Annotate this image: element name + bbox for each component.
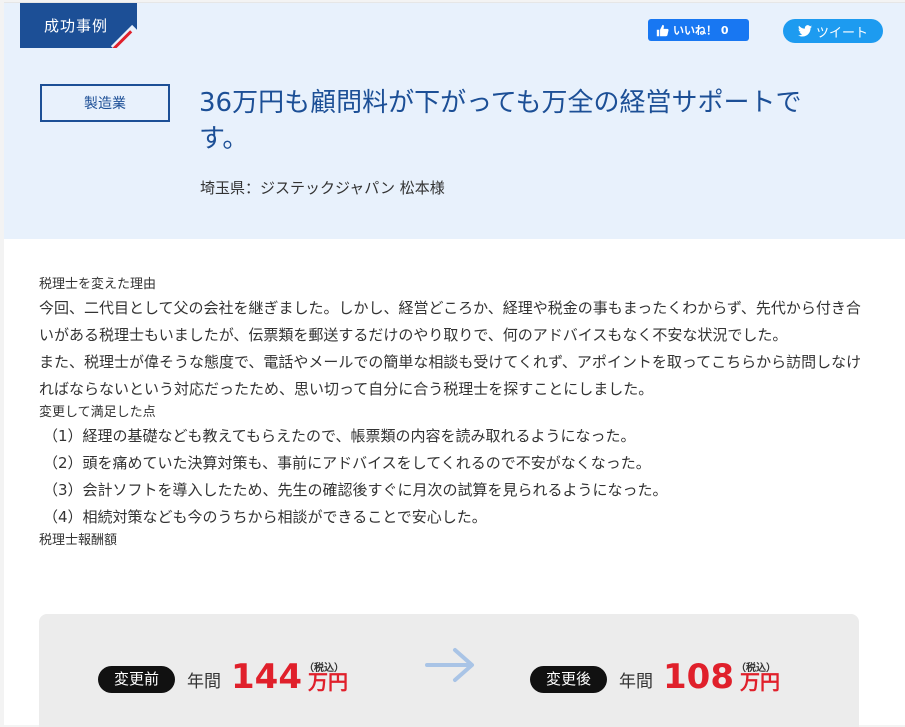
reason-heading: 税理士を変えた理由 (39, 277, 157, 292)
reason-paragraph-1: 今回、二代目として父の会社を継ぎました。しかし、経営どころか、経理や税金の事もま… (39, 299, 861, 344)
before-badge: 変更前 (98, 666, 176, 693)
satisfied-point: （3）会計ソフトを導入したため、先生の確認後すぐに月次の試算を見られるようになっ… (43, 481, 668, 499)
after-tax-note: （税込） (736, 663, 776, 674)
industry-tag[interactable]: 製造業 (40, 84, 170, 122)
facebook-like-label: いいね！ 0 (673, 24, 729, 37)
tweet-label: ツイート (815, 25, 868, 41)
case-body: 税理士を変えた理由 今回、二代目として父の会社を継ぎました。しかし、経営どころか… (39, 275, 874, 551)
after-amount: 108 (663, 657, 734, 697)
case-card: 成功事例 いいね！ 0 ツイート 製造業 36万円も顧問料が下がっても万全の経営… (4, 2, 905, 727)
before-amount: 144 (231, 657, 302, 697)
satisfied-point: （2）頭を痛めていた決算対策も、事前にアドバイスをしてくれるので不安がなくなった… (43, 454, 651, 472)
before-period: 年間 (187, 672, 222, 692)
reason-paragraph-2: また、税理士が偉そうな態度で、電話やメールでの簡単な相談も受けてくれず、アポイン… (39, 353, 862, 398)
fee-after: 変更後 年間 108 （税込） 万円 (530, 657, 780, 697)
case-title: 36万円も顧問料が下がっても万全の経営サポートです。 (199, 88, 802, 154)
after-period: 年間 (619, 672, 654, 692)
success-case-ribbon: 成功事例 (20, 3, 137, 48)
tweet-button[interactable]: ツイート (783, 19, 883, 43)
facebook-like-button[interactable]: いいね！ 0 (648, 19, 749, 41)
case-header: 成功事例 いいね！ 0 ツイート 製造業 36万円も顧問料が下がっても万全の経営… (4, 3, 905, 239)
ribbon-label: 成功事例 (44, 17, 109, 35)
client-name: 埼玉県：ジステックジャパン 松本様 (200, 179, 445, 197)
satisfied-point: （1）経理の基礎なども教えてもらえたので、帳票類の内容を読み取れるようになった。 (43, 427, 636, 445)
satisfied-heading: 変更して満足した点 (39, 405, 156, 420)
before-unit-group: （税込） 万円 (304, 663, 348, 697)
after-badge: 変更後 (530, 666, 608, 693)
twitter-bird-icon (797, 25, 812, 37)
industry-label: 製造業 (84, 96, 126, 112)
right-arrow-icon (425, 648, 474, 682)
fee-comparison-box: 変更前 年間 144 （税込） 万円 変更後 年間 108 （税込） 万円 (39, 614, 859, 727)
fee-before: 変更前 年間 144 （税込） 万円 (98, 657, 348, 697)
after-unit-group: （税込） 万円 (736, 663, 780, 697)
thumbs-up-icon (656, 24, 669, 36)
fee-heading: 税理士報酬額 (39, 533, 118, 548)
before-tax-note: （税込） (304, 663, 344, 674)
satisfied-point: （4）相続対策なども今のうちから相談ができることで安心した。 (43, 508, 487, 526)
